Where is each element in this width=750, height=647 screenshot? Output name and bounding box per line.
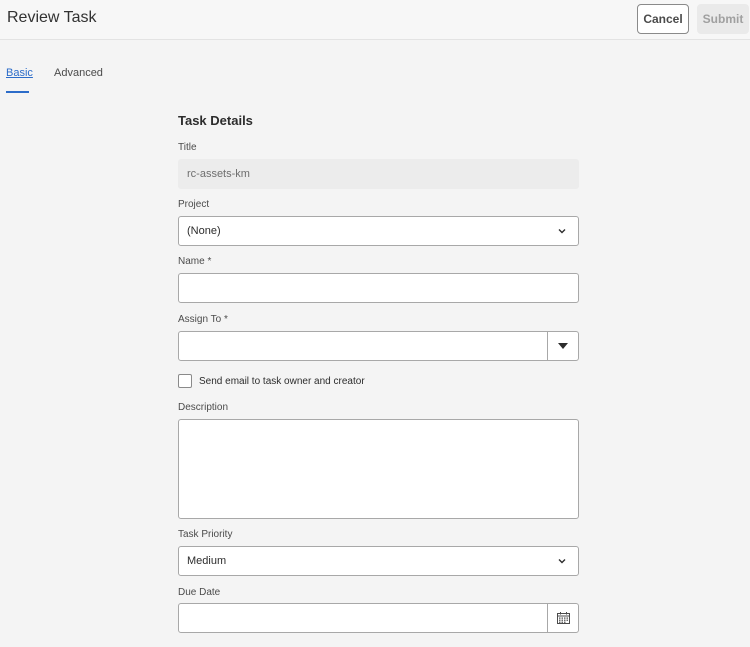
- title-field: rc-assets-km: [178, 159, 579, 189]
- assign-to-dropdown-button[interactable]: [547, 332, 578, 360]
- task-priority-value: Medium: [187, 555, 227, 567]
- due-date-input[interactable]: [178, 603, 579, 633]
- task-priority-label: Task Priority: [178, 529, 233, 540]
- due-date-picker-button[interactable]: [547, 604, 578, 632]
- assign-to-input[interactable]: [178, 331, 579, 361]
- project-value: (None): [187, 225, 221, 237]
- title-value: rc-assets-km: [187, 168, 250, 180]
- chevron-down-icon: [558, 559, 566, 564]
- calendar-icon: [556, 612, 570, 624]
- chevron-down-icon: [558, 229, 566, 234]
- task-priority-select[interactable]: Medium: [178, 546, 579, 576]
- assign-to-label: Assign To *: [178, 314, 228, 325]
- submit-button[interactable]: Submit: [697, 4, 749, 34]
- project-select[interactable]: (None): [178, 216, 579, 246]
- project-label: Project: [178, 199, 210, 210]
- send-email-checkbox[interactable]: [178, 374, 192, 388]
- send-email-label: Send email to task owner and creator: [199, 376, 365, 387]
- name-input[interactable]: [178, 273, 579, 303]
- description-label: Description: [178, 402, 229, 413]
- due-date-label: Due Date: [178, 587, 221, 598]
- caret-down-icon: [558, 343, 568, 349]
- section-title: Task Details: [178, 113, 253, 128]
- cancel-button[interactable]: Cancel: [637, 4, 689, 34]
- title-label: Title: [178, 142, 197, 153]
- header-bar: Review Task Cancel Submit: [0, 0, 750, 40]
- name-label: Name *: [178, 256, 212, 267]
- tab-advanced[interactable]: Advanced: [54, 67, 103, 79]
- page-title: Review Task: [7, 9, 97, 26]
- active-tab-indicator: [6, 91, 29, 93]
- tab-basic[interactable]: Basic: [6, 67, 33, 79]
- description-textarea[interactable]: [178, 419, 579, 519]
